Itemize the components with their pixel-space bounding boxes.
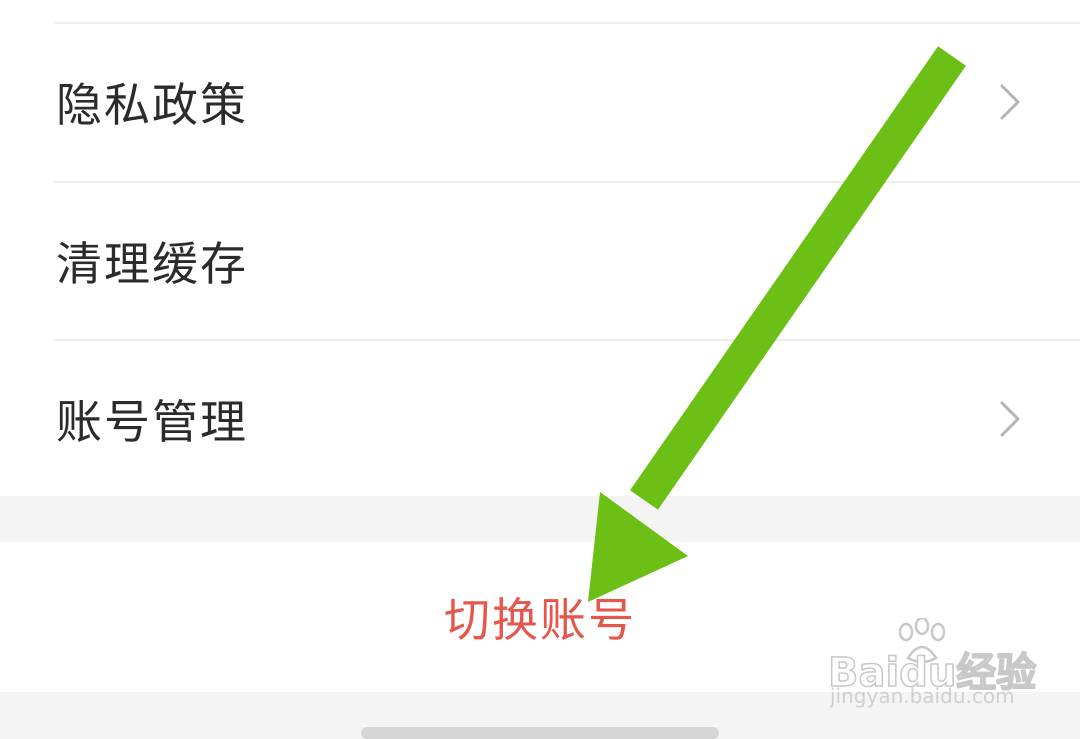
chevron-right-icon <box>1000 84 1020 120</box>
menu-item-label: 账号管理 <box>56 395 248 449</box>
switch-account-label: 切换账号 <box>444 593 636 647</box>
menu-item-label: 隐私政策 <box>56 78 248 132</box>
menu-item-account-management[interactable]: 账号管理 <box>0 341 1080 497</box>
menu-item-privacy-policy[interactable]: 隐私政策 <box>0 24 1080 180</box>
settings-list: 隐私政策 清理缓存 账号管理 <box>0 0 1080 496</box>
section-gap <box>0 496 1080 542</box>
menu-item-clear-cache[interactable]: 清理缓存 <box>0 183 1080 339</box>
switch-account-button[interactable]: 切换账号 <box>0 542 1080 692</box>
home-indicator[interactable] <box>361 727 719 739</box>
chevron-right-icon <box>1000 401 1020 437</box>
menu-item-label: 清理缓存 <box>56 237 248 291</box>
